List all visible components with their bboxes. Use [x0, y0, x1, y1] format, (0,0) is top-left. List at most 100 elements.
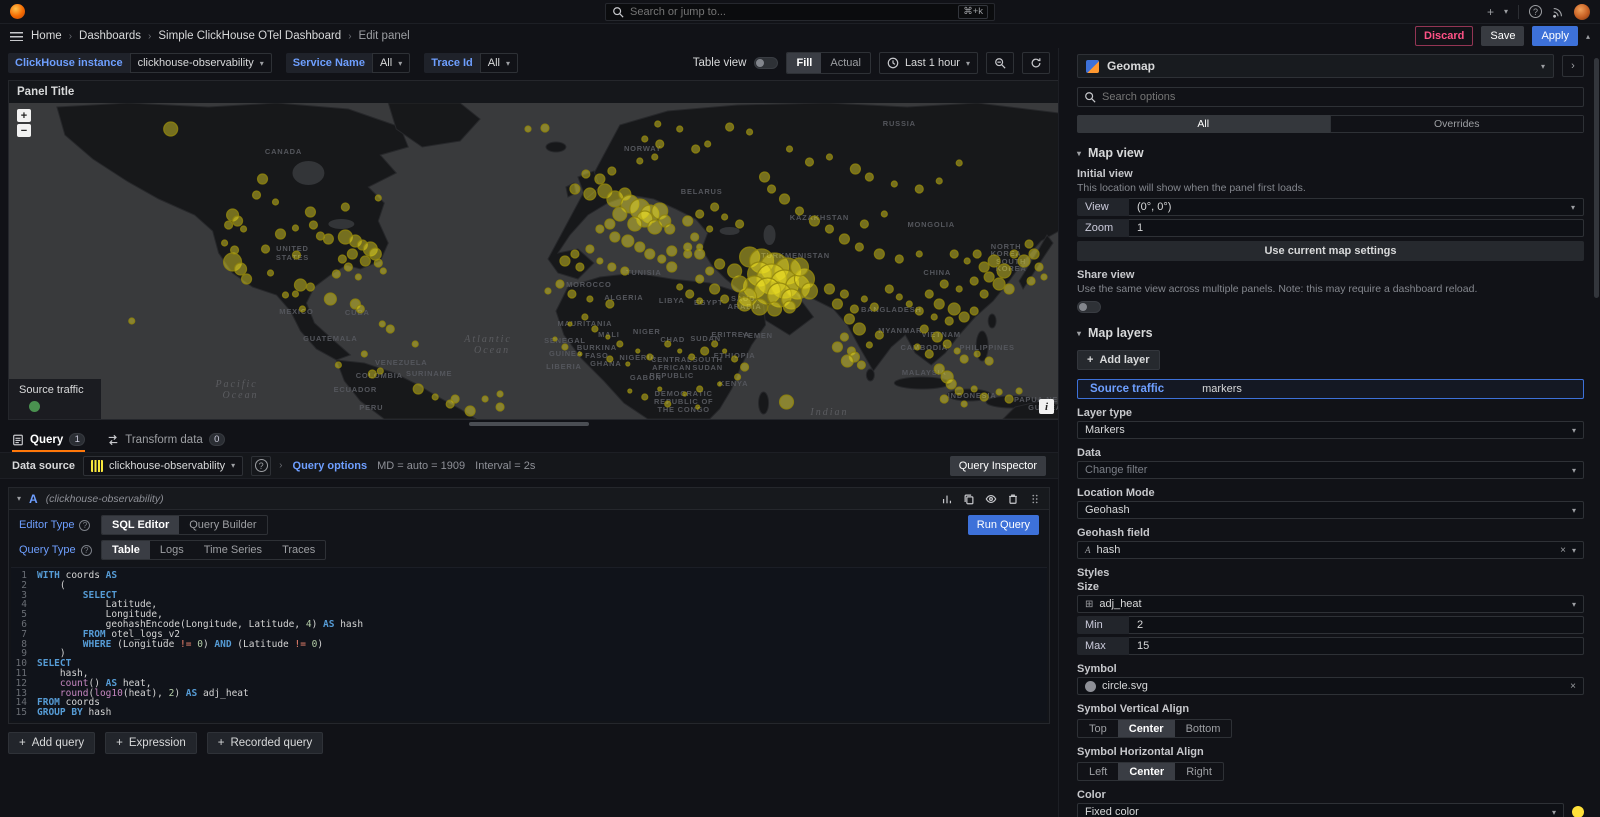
- svg-text:MEXICO: MEXICO: [279, 307, 313, 316]
- info-circle-icon[interactable]: ?: [81, 545, 92, 556]
- chart-icon[interactable]: [941, 493, 953, 505]
- layer-type-select[interactable]: Markers▾: [1077, 421, 1584, 439]
- query-type-traces[interactable]: Traces: [272, 541, 325, 559]
- variable-value-dropdown[interactable]: All▾: [372, 53, 410, 73]
- zoom-out-time-button[interactable]: [986, 52, 1014, 74]
- breadcrumb-home[interactable]: Home: [31, 30, 62, 42]
- symbol-label: Symbol: [1077, 663, 1584, 675]
- collapse-topbar-icon[interactable]: ▴: [1586, 32, 1590, 41]
- run-query-button[interactable]: Run Query: [968, 515, 1039, 535]
- table-view-toggle[interactable]: [754, 57, 778, 69]
- sql-editor-option[interactable]: SQL Editor: [102, 516, 179, 534]
- eye-icon[interactable]: [985, 493, 997, 505]
- tab-overrides[interactable]: Overrides: [1330, 115, 1585, 133]
- chevron-down-icon: ▾: [231, 461, 235, 470]
- query-type-table[interactable]: Table: [102, 541, 150, 559]
- recorded-query-button[interactable]: +Recorded query: [207, 732, 324, 754]
- zoom-input[interactable]: [1137, 222, 1575, 234]
- map-layers-section-header[interactable]: ▾Map layers: [1077, 326, 1584, 340]
- menu-hamburger-icon[interactable]: [10, 32, 23, 41]
- apply-button[interactable]: Apply: [1532, 26, 1578, 46]
- news-rss-icon[interactable]: [1552, 6, 1564, 18]
- tab-transform-data[interactable]: Transform data 0: [107, 433, 225, 452]
- view-select[interactable]: (0°, 0°)▾: [1129, 198, 1584, 216]
- collapse-query-icon[interactable]: ▾: [17, 494, 21, 503]
- grafana-logo-icon[interactable]: [10, 4, 25, 19]
- expression-button[interactable]: +Expression: [105, 732, 197, 754]
- tab-all[interactable]: All: [1077, 115, 1330, 133]
- breadcrumb-dashboards[interactable]: Dashboards: [79, 30, 141, 42]
- nav-divider: [1518, 5, 1519, 19]
- map-zoom-controls: + −: [17, 109, 31, 137]
- clock-icon: [887, 57, 899, 69]
- datasource-picker[interactable]: clickhouse-observability ▾: [83, 456, 243, 476]
- query-type-logs[interactable]: Logs: [150, 541, 194, 559]
- align-bottom-option[interactable]: Bottom: [1175, 720, 1232, 737]
- clear-icon[interactable]: ×: [1570, 681, 1576, 692]
- sidebar-scrollbar[interactable]: [1594, 58, 1599, 298]
- user-avatar[interactable]: [1574, 4, 1590, 20]
- info-circle-icon[interactable]: ?: [79, 520, 90, 531]
- search-input[interactable]: ⌘+k: [605, 3, 995, 21]
- layer-type-label: Layer type: [1077, 407, 1584, 419]
- collapse-options-button[interactable]: ›: [1562, 55, 1584, 77]
- map-zoom-out-button[interactable]: −: [17, 124, 31, 137]
- geomap-canvas[interactable]: RUSSIACANADAUNITEDSTATESMEXICOCUBAGUATEM…: [9, 103, 1059, 419]
- variable-value-dropdown[interactable]: All▾: [480, 53, 518, 73]
- symbol-select[interactable]: circle.svg×: [1077, 677, 1584, 695]
- copy-icon[interactable]: [963, 493, 975, 505]
- help-icon[interactable]: ?: [1529, 5, 1542, 18]
- map-attribution-button[interactable]: i: [1039, 399, 1054, 414]
- discard-button[interactable]: Discard: [1415, 26, 1473, 46]
- max-data-points-info: MD = auto = 1909: [377, 460, 465, 472]
- options-search-input[interactable]: [1077, 87, 1584, 107]
- align-center-option[interactable]: Center: [1118, 720, 1175, 737]
- color-swatch[interactable]: [1572, 806, 1584, 817]
- data-filter-select[interactable]: Change filter▾: [1077, 461, 1584, 479]
- create-caret-icon[interactable]: ▾: [1504, 7, 1508, 16]
- clear-icon[interactable]: ×: [1560, 545, 1566, 556]
- align-right-option[interactable]: Right: [1175, 763, 1223, 780]
- query-inspector-button[interactable]: Query Inspector: [950, 456, 1046, 476]
- save-button[interactable]: Save: [1481, 26, 1524, 46]
- datasource-help-button[interactable]: ?: [251, 456, 271, 476]
- layer-card-source-traffic[interactable]: Source traffic markers: [1077, 379, 1584, 399]
- color-select[interactable]: Fixed color▾: [1077, 803, 1564, 817]
- options-search-field[interactable]: [1102, 91, 1577, 103]
- sql-editor[interactable]: 1WITH coords AS2 (3 SELECT4 Latitude,5 L…: [11, 567, 1047, 721]
- tab-query[interactable]: Query 1: [12, 433, 85, 452]
- align-center-option[interactable]: Center: [1118, 763, 1175, 780]
- search-field[interactable]: [630, 6, 952, 18]
- create-button[interactable]: +: [1487, 6, 1494, 18]
- align-left-option[interactable]: Left: [1078, 763, 1118, 780]
- align-top-option[interactable]: Top: [1078, 720, 1118, 737]
- refresh-button[interactable]: [1022, 52, 1050, 74]
- drag-handle-icon[interactable]: [1029, 493, 1041, 505]
- breadcrumb-dashboard-name[interactable]: Simple ClickHouse OTel Dashboard: [158, 30, 341, 42]
- geohash-field-select[interactable]: Ahash×▾: [1077, 541, 1584, 559]
- layer-name[interactable]: Source traffic: [1090, 383, 1164, 395]
- add-layer-button[interactable]: +Add layer: [1077, 350, 1160, 370]
- trash-icon[interactable]: [1007, 493, 1019, 505]
- share-view-toggle[interactable]: [1077, 301, 1101, 313]
- min-input[interactable]: [1137, 619, 1575, 631]
- location-mode-select[interactable]: Geohash▾: [1077, 501, 1584, 519]
- actual-option[interactable]: Actual: [821, 53, 870, 73]
- query-options-toggle[interactable]: Query options: [293, 460, 368, 472]
- add-query-button[interactable]: +Add query: [8, 732, 95, 754]
- fill-option[interactable]: Fill: [787, 53, 821, 73]
- size-field-select[interactable]: ⊞adj_heat▾: [1077, 595, 1584, 613]
- panel-resize-handle[interactable]: [469, 422, 589, 426]
- time-range-picker[interactable]: Last 1 hour ▾: [879, 52, 978, 74]
- use-current-map-settings-button[interactable]: Use current map settings: [1077, 241, 1584, 261]
- panel-title[interactable]: Panel Title: [9, 81, 1059, 103]
- variable-value-dropdown[interactable]: clickhouse-observability▾: [130, 53, 272, 73]
- plus-icon: +: [19, 737, 26, 749]
- query-row-header[interactable]: ▾ A (clickhouse-observability): [9, 488, 1049, 510]
- map-zoom-in-button[interactable]: +: [17, 109, 31, 122]
- max-input[interactable]: [1137, 640, 1575, 652]
- visualization-picker[interactable]: Geomap ▾: [1077, 54, 1554, 78]
- query-type-timeseries[interactable]: Time Series: [194, 541, 272, 559]
- map-view-section-header[interactable]: ▾Map view: [1077, 146, 1584, 160]
- query-builder-option[interactable]: Query Builder: [179, 516, 266, 534]
